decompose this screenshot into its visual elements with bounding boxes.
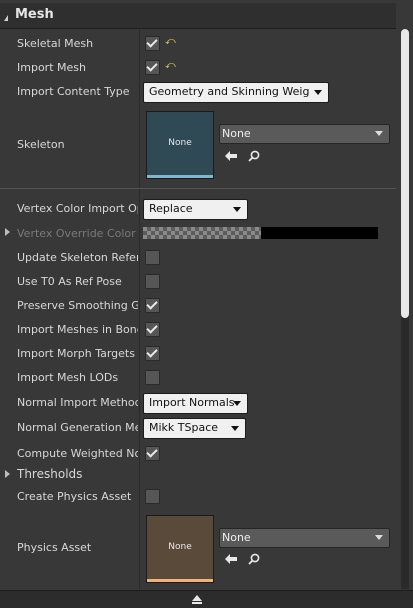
thumbnail-text: None (168, 542, 192, 552)
normal-import-method-label: Normal Import Method (17, 396, 138, 409)
import-content-type-label: Import Content Type (17, 85, 130, 98)
alpha-checker (143, 227, 261, 239)
reset-to-default-icon[interactable]: ⤺ (165, 36, 176, 47)
thumbnail-text: None (168, 138, 192, 148)
import-mesh-label: Import Mesh (17, 61, 86, 74)
check-icon (146, 346, 158, 358)
use-t0-ref-pose-checkbox[interactable] (145, 274, 160, 289)
row-compute-weighted-normals: Compute Weighted Norm (0, 445, 396, 463)
row-create-physics-asset: Create Physics Asset (0, 488, 396, 506)
row-vertex-color-import: Vertex Color Import Opti Replace (0, 198, 396, 220)
asset-type-color-bar (147, 175, 213, 178)
row-normal-import-method: Normal Import Method Import Normals (0, 392, 396, 414)
import-morph-targets-label: Import Morph Targets (17, 347, 135, 360)
row-preserve-smoothing-groups: Preserve Smoothing Gro (0, 297, 396, 315)
row-vertex-override-color: Vertex Override Color (0, 225, 396, 243)
row-physics-asset: Physics Asset None None (0, 512, 396, 584)
row-normal-generation-method: Normal Generation Meth Mikk TSpace (0, 417, 396, 439)
normal-generation-method-label: Normal Generation Meth (17, 421, 138, 434)
asset-picker-value: None (222, 127, 251, 140)
row-thresholds[interactable]: Thresholds (0, 466, 396, 484)
scroll-up-icon[interactable] (192, 595, 202, 601)
chevron-down-icon (233, 401, 241, 406)
import-morph-targets-checkbox[interactable] (145, 346, 160, 361)
check-icon (146, 298, 158, 310)
advanced-toggle-bar[interactable] (0, 590, 413, 608)
collapse-triangle-icon[interactable] (4, 15, 8, 21)
physics-asset-label: Physics Asset (17, 541, 92, 554)
normal-generation-method-dropdown[interactable]: Mikk TSpace (143, 418, 246, 439)
import-meshes-bone-hierarchy-checkbox[interactable] (145, 322, 160, 337)
create-physics-asset-label: Create Physics Asset (17, 490, 132, 503)
skeletal-mesh-checkbox[interactable] (145, 36, 160, 51)
dropdown-value: Import Normals (149, 396, 235, 409)
chevron-down-icon (314, 90, 322, 95)
row-import-content-type: Import Content Type Geometry and Skinnin… (0, 82, 396, 104)
thresholds-label: Thresholds (17, 467, 83, 481)
row-import-mesh: Import Mesh ⤺ (0, 59, 396, 79)
row-skeleton: Skeleton None None (0, 108, 396, 186)
chevron-down-icon (231, 426, 239, 431)
row-import-morph-targets: Import Morph Targets (0, 345, 396, 363)
import-meshes-bone-hierarchy-label: Import Meshes in Bone H (17, 323, 138, 336)
vertex-color-import-dropdown[interactable]: Replace (143, 199, 248, 220)
update-skeleton-reference-label: Update Skeleton Referer (17, 251, 138, 264)
dropdown-value: Geometry and Skinning Weights. (149, 85, 309, 98)
row-use-t0-ref-pose: Use T0 As Ref Pose (0, 273, 396, 291)
color-value (261, 227, 378, 239)
magnifier-icon[interactable] (248, 150, 260, 162)
physics-asset-picker[interactable]: None (219, 528, 390, 548)
left-arrow-icon[interactable] (224, 150, 238, 162)
expand-triangle-icon[interactable] (5, 228, 10, 236)
import-mesh-lods-label: Import Mesh LODs (17, 371, 119, 384)
normal-import-method-dropdown[interactable]: Import Normals (143, 393, 248, 414)
compute-weighted-normals-checkbox[interactable] (145, 446, 160, 461)
chevron-down-icon (233, 207, 241, 212)
compute-weighted-normals-label: Compute Weighted Norm (17, 447, 138, 460)
vertex-color-import-label: Vertex Color Import Opti (17, 202, 138, 215)
group-separator (0, 188, 396, 189)
reset-to-default-icon[interactable]: ⤺ (165, 60, 176, 71)
row-import-meshes-bone-hierarchy: Import Meshes in Bone H (0, 321, 396, 339)
chevron-down-icon (375, 131, 383, 136)
mesh-section-header[interactable]: Mesh (0, 3, 396, 29)
skeleton-thumbnail[interactable]: None (146, 111, 214, 179)
details-panel: Mesh Skeletal Mesh ⤺ Import Mesh ⤺ Impor… (0, 0, 413, 608)
scrollbar-thumb[interactable] (401, 29, 409, 318)
row-update-skeleton-reference: Update Skeleton Referer (0, 249, 396, 267)
chevron-down-icon (375, 535, 383, 540)
import-mesh-checkbox[interactable] (145, 60, 160, 75)
preserve-smoothing-groups-label: Preserve Smoothing Gro (17, 299, 138, 312)
skeletal-mesh-label: Skeletal Mesh (17, 37, 94, 50)
import-mesh-lods-checkbox[interactable] (145, 370, 160, 385)
check-icon (146, 60, 158, 72)
magnifier-icon[interactable] (248, 553, 260, 565)
row-skeletal-mesh: Skeletal Mesh ⤺ (0, 35, 396, 55)
create-physics-asset-checkbox[interactable] (145, 489, 160, 504)
dropdown-value: Replace (149, 202, 193, 215)
vertex-override-color-swatch[interactable] (143, 227, 378, 239)
expand-triangle-icon[interactable] (5, 470, 10, 478)
physics-asset-thumbnail[interactable]: None (146, 515, 214, 583)
row-import-mesh-lods: Import Mesh LODs (0, 369, 396, 387)
use-t0-ref-pose-label: Use T0 As Ref Pose (17, 275, 122, 288)
section-title: Mesh (15, 7, 54, 22)
dropdown-value: Mikk TSpace (149, 421, 219, 434)
check-icon (146, 446, 158, 458)
asset-picker-value: None (222, 531, 251, 544)
check-icon (146, 322, 158, 334)
skeleton-asset-picker[interactable]: None (219, 124, 390, 144)
asset-type-color-bar (147, 579, 213, 582)
preserve-smoothing-groups-checkbox[interactable] (145, 298, 160, 313)
import-content-type-dropdown[interactable]: Geometry and Skinning Weights. (143, 82, 329, 103)
scroll-up-icon-base (192, 602, 202, 604)
update-skeleton-reference-checkbox[interactable] (145, 250, 160, 265)
check-icon (146, 36, 158, 48)
left-arrow-icon[interactable] (224, 553, 238, 565)
skeleton-label: Skeleton (17, 138, 65, 151)
vertex-override-color-label: Vertex Override Color (17, 227, 136, 240)
